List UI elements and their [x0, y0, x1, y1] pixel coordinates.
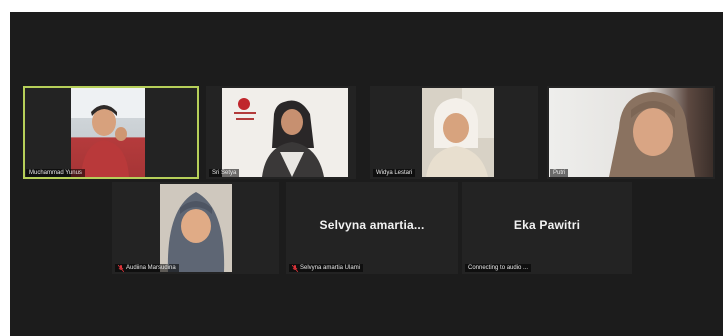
participant-name-tag-1: Muchammad Yunus — [26, 169, 85, 177]
meeting-window: Muchammad Yunus Sri Setya Widya Lestari … — [10, 12, 723, 336]
participant-tile-4[interactable]: Putri — [547, 86, 715, 179]
participant-video-5 — [160, 184, 232, 272]
participant-tile-3[interactable]: Widya Lestari — [370, 86, 538, 179]
participant-name-tag-5: Audiina Marsudina — [115, 264, 179, 272]
participant-display-name-6: Selvyna amartia... — [319, 218, 425, 232]
participant-video-1 — [71, 88, 145, 177]
microphone-muted-icon — [291, 264, 299, 272]
participant-name-tag-6: Selvyna amartia Ulami — [289, 264, 364, 272]
person-silhouette-icon — [167, 192, 225, 272]
person-silhouette-icon — [426, 88, 494, 177]
person-silhouette-icon — [609, 92, 695, 177]
participant-name-tag-2: Sri Setya — [209, 169, 240, 177]
participant-name-tag-3: Widya Lestari — [373, 169, 416, 177]
participant-tile-6[interactable]: Selvyna amartia... Selvyna amartia Ulami — [286, 182, 458, 274]
participant-tile-2[interactable]: Sri Setya — [206, 86, 356, 179]
participant-display-name-7: Eka Pawitri — [513, 218, 581, 232]
microphone-muted-icon — [117, 264, 125, 272]
participant-tile-1[interactable]: Muchammad Yunus — [23, 86, 199, 179]
participant-video-2 — [222, 88, 348, 177]
participant-status-tag-7: Connecting to audio ... — [465, 264, 532, 272]
participant-video-3 — [422, 88, 494, 177]
participant-video-4 — [549, 88, 713, 177]
participant-tile-5[interactable]: Audiina Marsudina — [112, 182, 279, 274]
person-silhouette-icon — [71, 88, 145, 177]
participant-name-tag-4: Putri — [550, 169, 569, 177]
participant-tile-7[interactable]: Eka Pawitri Connecting to audio ... — [462, 182, 632, 274]
person-silhouette-icon — [234, 98, 324, 177]
